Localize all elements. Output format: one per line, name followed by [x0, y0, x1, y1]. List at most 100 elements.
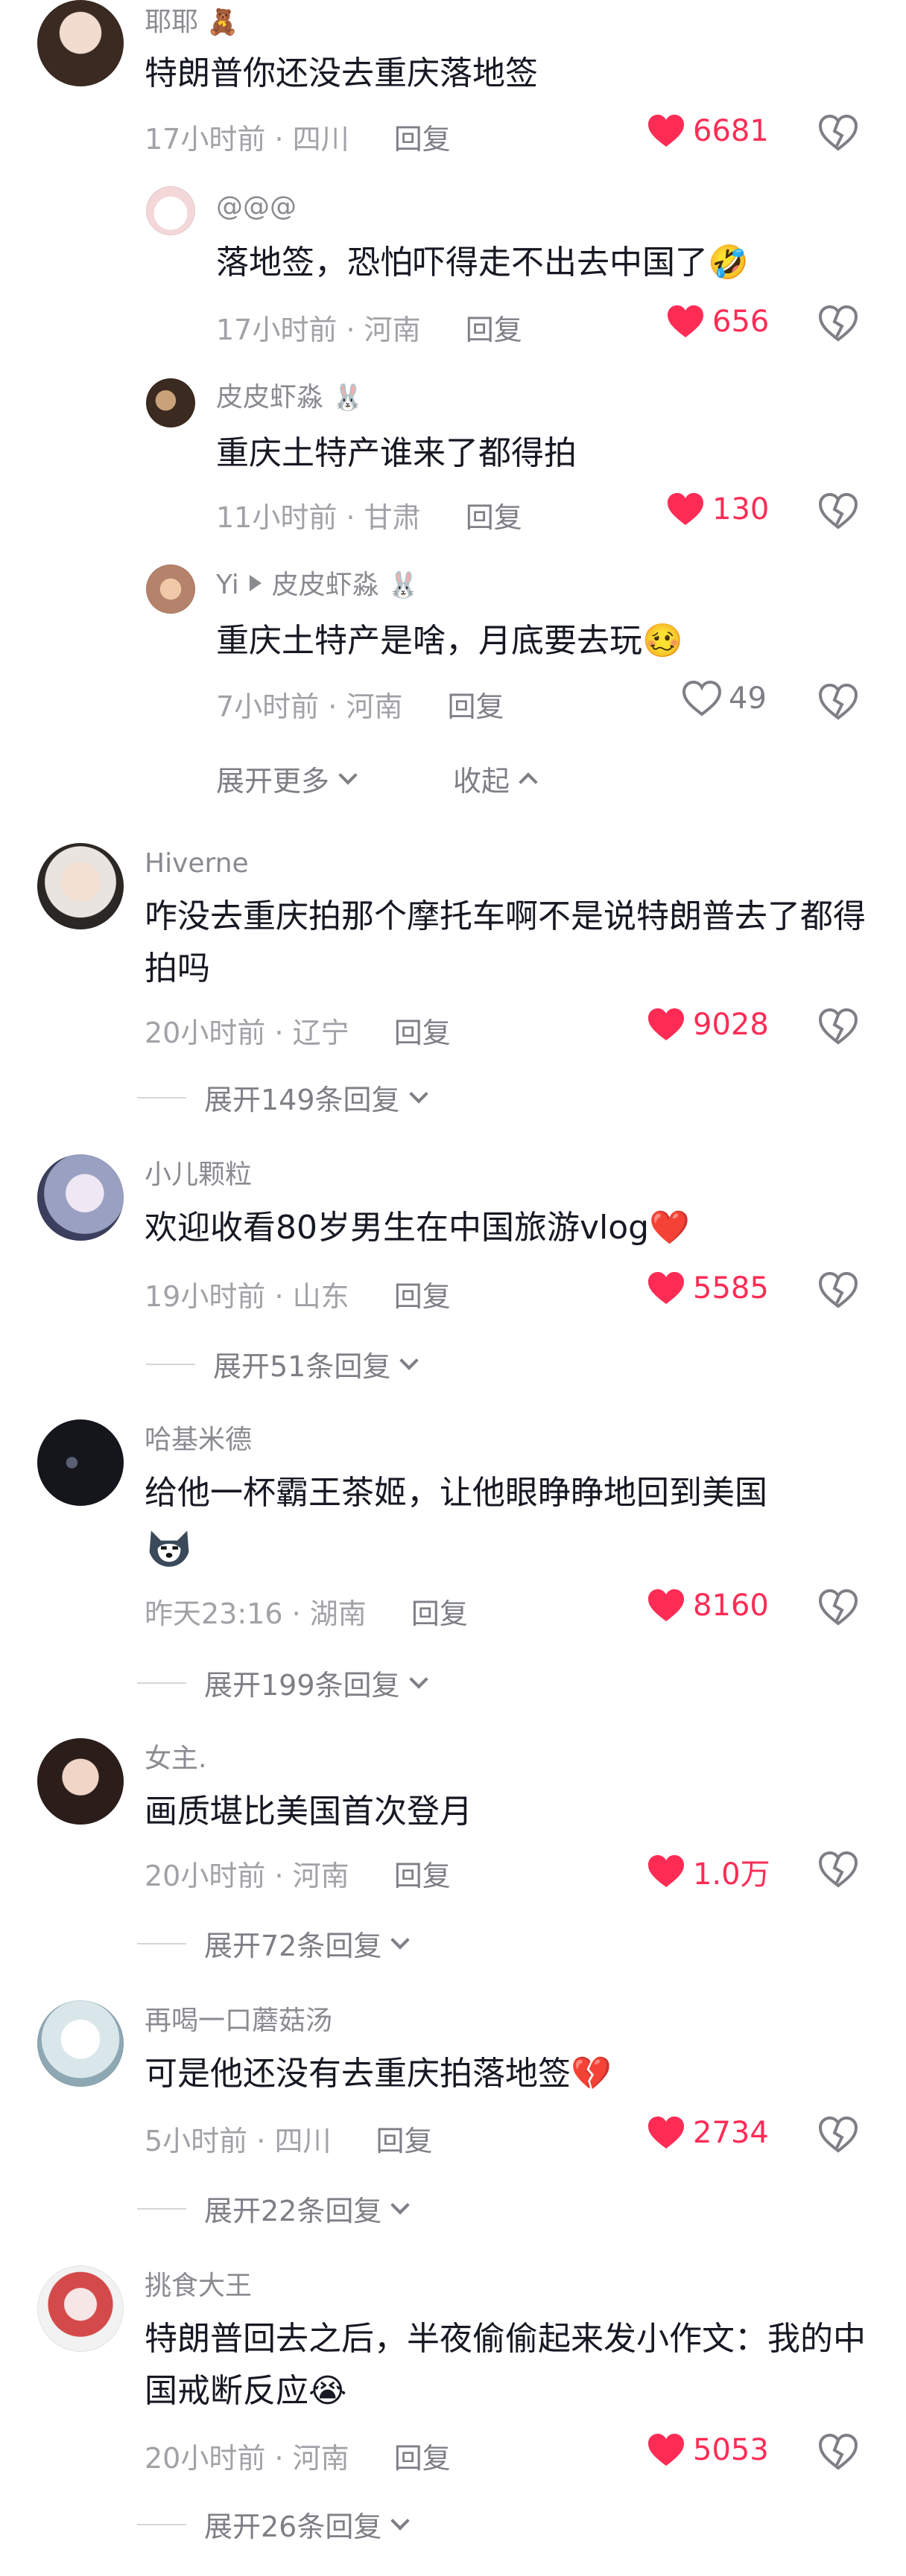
expand-label: 展开51条回复	[213, 1350, 391, 1383]
heart-icon	[648, 115, 684, 147]
expand-replies-button[interactable]: 展开72条回复	[137, 1923, 411, 1964]
comment-text: 特朗普你还没去重庆落地签	[145, 48, 906, 100]
dislike-icon[interactable]	[818, 1851, 858, 1889]
rabbit-emoji: 🐰	[387, 570, 419, 600]
avatar[interactable]	[146, 565, 195, 614]
commenter-name[interactable]: 挑食大王	[145, 2270, 252, 2302]
avatar[interactable]	[37, 843, 124, 929]
commenter-name[interactable]: 小儿颗粒	[145, 1159, 252, 1191]
like-button[interactable]: 130	[666, 492, 769, 527]
commenter-name[interactable]: 哈基米德	[145, 1424, 252, 1456]
commenter-name-text: 再喝一口蘑菇汤	[145, 2006, 333, 2036]
location: 四川	[292, 123, 349, 156]
like-button[interactable]: 2734	[647, 2115, 769, 2151]
dislike-icon[interactable]	[818, 493, 858, 530]
commenter-name[interactable]: 女主.	[145, 1743, 206, 1775]
commenter-name[interactable]: 皮皮虾淼 🐰	[216, 381, 364, 413]
like-count: 49	[729, 681, 767, 716]
reply-to-arrow-icon	[249, 575, 262, 591]
like-button[interactable]: 5053	[647, 2432, 769, 2468]
comment-meta: 11小时前 · 甘肃 回复	[216, 501, 522, 534]
commenter-name-text: 耶耶	[145, 7, 199, 37]
like-count: 1.0万	[693, 1857, 770, 1892]
reply-button[interactable]: 回复	[466, 314, 522, 346]
comment-text-content: 画质堪比美国首次登月	[145, 1793, 472, 1831]
expand-label: 展开72条回复	[204, 1930, 382, 1962]
heart-outline-icon	[682, 681, 721, 716]
reply-button[interactable]: 回复	[394, 123, 451, 156]
like-button[interactable]: 49	[682, 681, 767, 716]
show-more-replies-button[interactable]: 展开更多	[216, 758, 358, 799]
reply-button[interactable]: 回复	[466, 501, 522, 534]
heart-icon	[648, 1589, 684, 1621]
commenter-name[interactable]: 耶耶 🧸	[145, 6, 238, 38]
like-button[interactable]: 8160	[647, 1588, 769, 1623]
commenter-name[interactable]: Yi 皮皮虾淼 🐰	[216, 569, 419, 601]
reply-button[interactable]: 回复	[411, 1597, 468, 1630]
expand-replies-button[interactable]: 展开22条回复	[137, 2188, 411, 2229]
chevron-down-icon	[338, 765, 358, 785]
dislike-icon[interactable]	[818, 115, 858, 152]
expand-replies-button[interactable]: 展开51条回复	[146, 1343, 419, 1384]
timestamp: 20小时前	[145, 1017, 266, 1049]
dislike-icon[interactable]	[818, 2434, 858, 2471]
dislike-icon[interactable]	[818, 1272, 858, 1309]
commenter-name[interactable]: 再喝一口蘑菇汤	[145, 2005, 332, 2037]
like-count: 5053	[693, 2433, 769, 2467]
expand-replies-button[interactable]: 展开199条回复	[137, 1662, 428, 1703]
comment-meta: 19小时前 · 山东 回复	[145, 1280, 451, 1313]
avatar[interactable]	[37, 2000, 124, 2087]
location: 河南	[292, 2442, 349, 2475]
divider	[137, 1682, 186, 1684]
woozy-emoji: 🥴	[642, 622, 683, 660]
like-count: 2734	[693, 2116, 769, 2150]
avatar[interactable]	[37, 1738, 124, 1825]
dislike-icon[interactable]	[818, 2117, 858, 2154]
comment-text-content: 可是他还没有去重庆拍落地签	[145, 2055, 571, 2093]
heart-icon	[648, 2434, 684, 2466]
comment-text: 咋没去重庆拍那个摩托车啊不是说特朗普去了都得拍吗	[145, 891, 875, 995]
like-button[interactable]: 1.0万	[647, 1850, 770, 1893]
reply-to-name[interactable]: 皮皮虾淼	[272, 570, 379, 600]
heart-icon	[668, 305, 703, 337]
commenter-name[interactable]: Hiverne	[145, 847, 249, 880]
divider	[137, 1096, 186, 1098]
location: 河南	[364, 314, 421, 346]
reply-button[interactable]: 回复	[394, 1017, 451, 1049]
reply-button[interactable]: 回复	[394, 1280, 451, 1313]
reply-button[interactable]: 回复	[394, 2442, 451, 2475]
avatar[interactable]	[146, 186, 195, 235]
expand-label: 展开199条回复	[204, 1669, 400, 1702]
like-button[interactable]: 9028	[647, 1007, 769, 1043]
comment-text-content: 重庆土特产谁来了都得拍	[216, 434, 577, 472]
location: 辽宁	[292, 1017, 349, 1049]
reply-button[interactable]: 回复	[376, 2125, 433, 2157]
like-button[interactable]: 5585	[647, 1270, 769, 1306]
commenter-name[interactable]: @@@	[216, 191, 297, 223]
avatar[interactable]	[37, 0, 124, 86]
avatar[interactable]	[37, 1419, 124, 1506]
chevron-down-icon	[399, 1350, 419, 1370]
reply-button[interactable]: 回复	[394, 1860, 451, 1892]
heart-icon	[648, 1008, 684, 1040]
avatar[interactable]	[37, 2265, 124, 2352]
expand-replies-button[interactable]: 展开149条回复	[137, 1077, 428, 1118]
collapse-replies-button[interactable]: 收起	[453, 758, 538, 799]
like-count: 5585	[693, 1271, 769, 1306]
dislike-icon[interactable]	[818, 1008, 858, 1046]
expand-replies-button[interactable]: 展开26条回复	[137, 2504, 411, 2545]
dislike-icon[interactable]	[818, 684, 858, 721]
commenter-name-text: 哈基米德	[145, 1425, 253, 1455]
comment-text: 重庆土特产是啥，月底要去玩🥴	[216, 615, 887, 667]
chevron-down-icon	[408, 1669, 428, 1689]
heart-icon	[648, 1855, 684, 1887]
avatar[interactable]	[37, 1154, 124, 1241]
dislike-icon[interactable]	[818, 1589, 858, 1626]
location: 四川	[274, 2125, 332, 2157]
reply-button[interactable]: 回复	[448, 690, 504, 723]
like-button[interactable]: 6681	[647, 113, 769, 149]
like-button[interactable]: 656	[666, 304, 769, 340]
dislike-icon[interactable]	[818, 305, 858, 343]
avatar[interactable]	[146, 378, 195, 427]
commenter-name-text: @@@	[216, 191, 297, 222]
